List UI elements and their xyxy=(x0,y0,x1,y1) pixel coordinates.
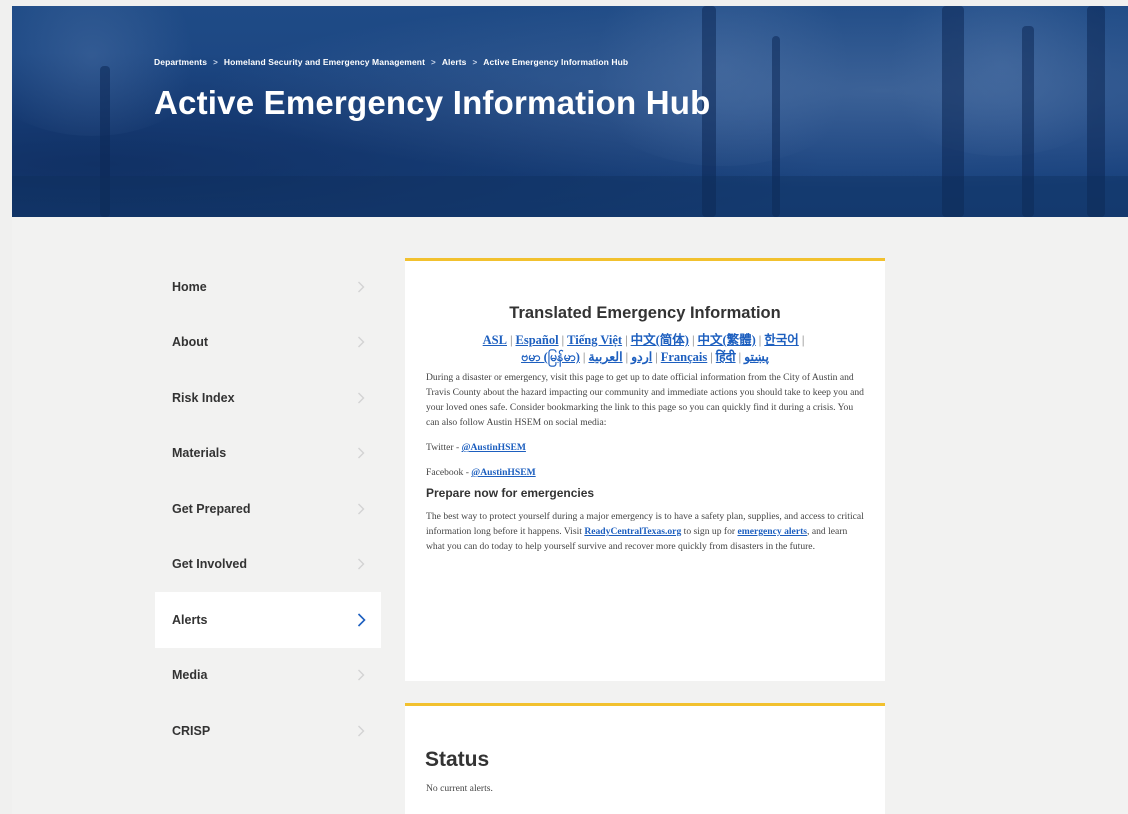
language-link-burmese[interactable]: ဗမာ (မြန်မာ) xyxy=(521,350,580,364)
language-link-arabic[interactable]: العربية xyxy=(588,350,622,364)
sidebar-item-label: CRISP xyxy=(172,723,211,738)
breadcrumb-current: Active Emergency Information Hub xyxy=(483,57,629,67)
facebook-label: Facebook - xyxy=(426,467,472,478)
chevron-right-icon xyxy=(355,390,367,406)
card-title: Translated Emergency Information xyxy=(509,304,781,322)
language-link-urdu[interactable]: اردو xyxy=(631,350,652,364)
breadcrumb-hsem[interactable]: Homeland Security and Emergency Manageme… xyxy=(224,57,425,67)
chevron-right-icon xyxy=(355,556,367,572)
language-link-chinese-traditional[interactable]: 中文(繁體) xyxy=(697,333,755,347)
language-link-vietnamese[interactable]: Tiếng Việt xyxy=(567,333,622,347)
sidebar-item-crisp[interactable]: CRISP xyxy=(155,703,381,759)
status-card: Status No current alerts. xyxy=(405,703,885,814)
page-title: Active Emergency Information Hub xyxy=(154,84,711,121)
sidebar-item-get-involved[interactable]: Get Involved xyxy=(155,537,381,593)
sidebar-item-label: Home xyxy=(172,279,207,294)
translated-info-card: Translated Emergency Information ASL | Esp… xyxy=(405,258,885,681)
twitter-line: Twitter - @AustinHSEM xyxy=(405,440,885,455)
facebook-line: Facebook - @AustinHSEM xyxy=(405,465,885,480)
page-frame: Departments > Homeland Security and Emer… xyxy=(12,6,1128,814)
sidebar-item-label: Media xyxy=(172,668,208,683)
emergency-alerts-link[interactable]: emergency alerts xyxy=(737,526,807,537)
language-link-french[interactable]: Français xyxy=(661,350,708,364)
breadcrumb-separator: > xyxy=(431,57,436,67)
sidebar-item-media[interactable]: Media xyxy=(155,648,381,704)
breadcrumb-separator: > xyxy=(472,57,478,67)
intro-paragraph: During a disaster or emergency, visit th… xyxy=(426,372,864,428)
language-links-row-2: ဗမာ (မြန်မာ) | اردو|العربية | Français | हिंदी… xyxy=(521,350,769,364)
chevron-right-icon xyxy=(355,667,367,683)
ready-central-texas-link[interactable]: ReadyCentralTexas.org xyxy=(584,526,681,537)
status-text: No current alerts. xyxy=(426,783,493,794)
language-links: ASL | Español | Tiếng Việt | 中文(简体) | 中文(繁體) | 한국어… xyxy=(482,333,805,347)
sidebar-item-label: Risk Index xyxy=(172,390,235,405)
sidebar-item-risk-index[interactable]: Risk Index xyxy=(155,370,381,426)
breadcrumb: Departments > Homeland Security and Emer… xyxy=(154,57,628,67)
sidebar-item-label: Get Prepared xyxy=(172,501,251,516)
hero-banner: Departments > Homeland Security and Emer… xyxy=(12,6,1128,217)
prepare-heading: Prepare now for emergencies xyxy=(426,486,595,500)
language-link-chinese-simplified[interactable]: 中文(简体) xyxy=(631,333,689,347)
prepare-text: to sign up for xyxy=(681,526,738,537)
language-link-hindi[interactable]: हिंदी xyxy=(716,350,736,364)
breadcrumb-separator: > xyxy=(213,57,218,67)
chevron-right-icon xyxy=(355,612,367,628)
chevron-right-icon xyxy=(355,445,367,461)
language-link-spanish[interactable]: Español xyxy=(516,333,559,347)
sidebar-item-about[interactable]: About xyxy=(155,315,381,371)
sidebar-item-home[interactable]: Home xyxy=(155,259,381,315)
language-link-asl[interactable]: ASL xyxy=(483,333,507,347)
sidebar-nav: Home About Risk Index Materials Get Prep… xyxy=(155,259,381,759)
language-link-pashto[interactable]: پښتو xyxy=(744,350,769,364)
sidebar-item-materials[interactable]: Materials xyxy=(155,426,381,482)
twitter-link[interactable]: @AustinHSEM xyxy=(462,442,526,453)
chevron-right-icon xyxy=(355,334,367,350)
breadcrumb-alerts[interactable]: Alerts xyxy=(442,57,467,67)
chevron-right-icon xyxy=(355,723,367,739)
sidebar-item-get-prepared[interactable]: Get Prepared xyxy=(155,481,381,537)
sidebar-item-label: Alerts xyxy=(172,612,208,627)
prepare-paragraph: The best way to protect yourself during … xyxy=(405,509,885,554)
chevron-right-icon xyxy=(355,279,367,295)
twitter-label: Twitter - xyxy=(426,442,462,453)
breadcrumb-departments[interactable]: Departments xyxy=(154,57,207,67)
sidebar-item-label: Get Involved xyxy=(172,557,248,572)
chevron-right-icon xyxy=(355,501,367,517)
sidebar-item-label: Materials xyxy=(172,446,227,461)
language-link-korean[interactable]: 한국어 xyxy=(764,333,799,347)
facebook-link[interactable]: @AustinHSEM xyxy=(471,467,535,478)
sidebar-item-label: About xyxy=(172,335,209,350)
status-title: Status xyxy=(425,748,490,771)
sidebar-item-alerts[interactable]: Alerts xyxy=(155,592,381,648)
